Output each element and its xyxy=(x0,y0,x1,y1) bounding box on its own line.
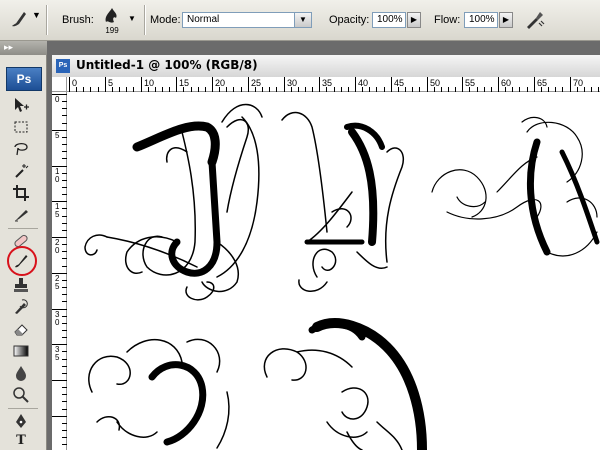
opacity-value: 100% xyxy=(377,14,403,25)
tools-divider xyxy=(8,408,38,409)
flow-slider-button[interactable]: ▶ xyxy=(499,12,513,28)
ruler-label: 5 xyxy=(108,78,113,88)
document-title-bar[interactable]: Ps Untitled-1 @ 100% (RGB/8) xyxy=(52,55,600,78)
collapse-arrows-icon[interactable]: ▸▸ xyxy=(4,42,13,53)
ruler-label: 0 xyxy=(55,95,60,104)
ruler-label: 5 xyxy=(55,282,60,291)
ornate-letter-bottom-left xyxy=(88,338,230,449)
brush-tip-icon xyxy=(105,8,117,23)
brush-preset-picker[interactable]: 199 xyxy=(100,6,124,35)
opacity-input[interactable]: 100% xyxy=(372,12,406,28)
gradient-tool-icon[interactable] xyxy=(12,342,30,360)
ruler-label: 0 xyxy=(72,78,77,88)
brush-size-value: 199 xyxy=(105,26,119,35)
clone-stamp-tool-icon[interactable] xyxy=(12,276,30,294)
opacity-label: Opacity: xyxy=(329,14,370,26)
options-bar: ▼ Brush: 199 ▼ Mode: Normal ▼ Opacity: 1… xyxy=(0,0,600,41)
brush-picker-arrow[interactable]: ▼ xyxy=(128,14,136,23)
marquee-tool-icon[interactable] xyxy=(12,118,30,136)
ruler-label: 35 xyxy=(322,78,332,88)
separator xyxy=(144,5,146,35)
ruler-label: 45 xyxy=(394,78,404,88)
ruler-label: 55 xyxy=(465,78,475,88)
flow-value: 100% xyxy=(469,14,495,25)
ruler-label: 0 xyxy=(55,246,60,255)
ruler-label: 50 xyxy=(430,78,440,88)
mode-label: Mode: xyxy=(150,14,181,26)
ruler-label: 5 xyxy=(55,353,60,362)
photoshop-logo[interactable]: Ps xyxy=(6,67,42,91)
document-title: Untitled-1 @ 100% (RGB/8) xyxy=(76,58,258,72)
crop-tool-icon[interactable] xyxy=(12,184,30,202)
ornate-letter-j xyxy=(84,103,263,301)
chevron-down-icon[interactable]: ▼ xyxy=(294,13,311,27)
magic-wand-tool-icon[interactable] xyxy=(12,162,30,180)
brush-label: Brush: xyxy=(62,14,94,26)
mode-select[interactable]: Normal ▼ xyxy=(182,12,312,28)
ornate-letter-partial xyxy=(431,116,600,257)
move-tool-icon[interactable] xyxy=(12,96,30,114)
ornate-letter-a xyxy=(281,111,404,292)
dodge-tool-icon[interactable] xyxy=(12,386,30,404)
tools-divider xyxy=(8,228,38,229)
tool-preset-dropdown-arrow[interactable]: ▼ xyxy=(32,10,41,20)
eraser-tool-icon[interactable] xyxy=(12,320,30,338)
brush-tool-icon[interactable] xyxy=(12,252,30,270)
ruler-label: 65 xyxy=(537,78,547,88)
flow-label: Flow: xyxy=(434,14,461,26)
lasso-tool-icon[interactable] xyxy=(12,140,30,158)
mode-select-value: Normal xyxy=(187,14,220,25)
brush-tool-icon[interactable] xyxy=(8,8,30,30)
separator xyxy=(46,5,48,35)
ruler-label: 0 xyxy=(55,175,60,184)
ruler-label: 25 xyxy=(251,78,261,88)
ruler-label: 5 xyxy=(55,210,60,219)
ruler-label: 40 xyxy=(358,78,368,88)
ornate-letter-bottom-middle xyxy=(263,318,427,450)
vertical-ruler-ticks: 05101520253035 xyxy=(52,94,67,445)
ruler-label: 60 xyxy=(501,78,511,88)
ruler-label: 70 xyxy=(573,78,583,88)
tools-panel-header[interactable]: ▸▸ xyxy=(0,41,47,55)
vertical-ruler[interactable]: 05101520253035 xyxy=(52,92,67,450)
ruler-label: 15 xyxy=(179,78,189,88)
slice-tool-icon[interactable] xyxy=(12,206,30,224)
document-canvas[interactable] xyxy=(67,92,600,450)
history-brush-tool-icon[interactable] xyxy=(12,298,30,316)
blur-tool-icon[interactable] xyxy=(12,364,30,382)
ruler-label: 30 xyxy=(287,78,297,88)
ruler-label: 5 xyxy=(55,131,60,140)
opacity-slider-button[interactable]: ▶ xyxy=(407,12,421,28)
pen-tool-icon[interactable] xyxy=(12,412,30,430)
ruler-origin[interactable] xyxy=(52,77,67,92)
ruler-label: 20 xyxy=(215,78,225,88)
airbrush-icon[interactable] xyxy=(524,9,546,31)
flow-input[interactable]: 100% xyxy=(464,12,498,28)
horizontal-ruler-ticks: 0 5 10 15 20 25 30 35 40 45 50 55 60 65 70 xyxy=(69,77,599,92)
document-ps-icon: Ps xyxy=(56,59,70,73)
ruler-label: 10 xyxy=(144,78,154,88)
type-tool-icon[interactable]: T xyxy=(12,432,30,450)
calligraphic-letters-artwork xyxy=(84,103,600,450)
ruler-label: 0 xyxy=(55,318,60,327)
horizontal-ruler[interactable]: 0 5 10 15 20 25 30 35 40 45 50 55 60 65 70 xyxy=(67,77,600,92)
